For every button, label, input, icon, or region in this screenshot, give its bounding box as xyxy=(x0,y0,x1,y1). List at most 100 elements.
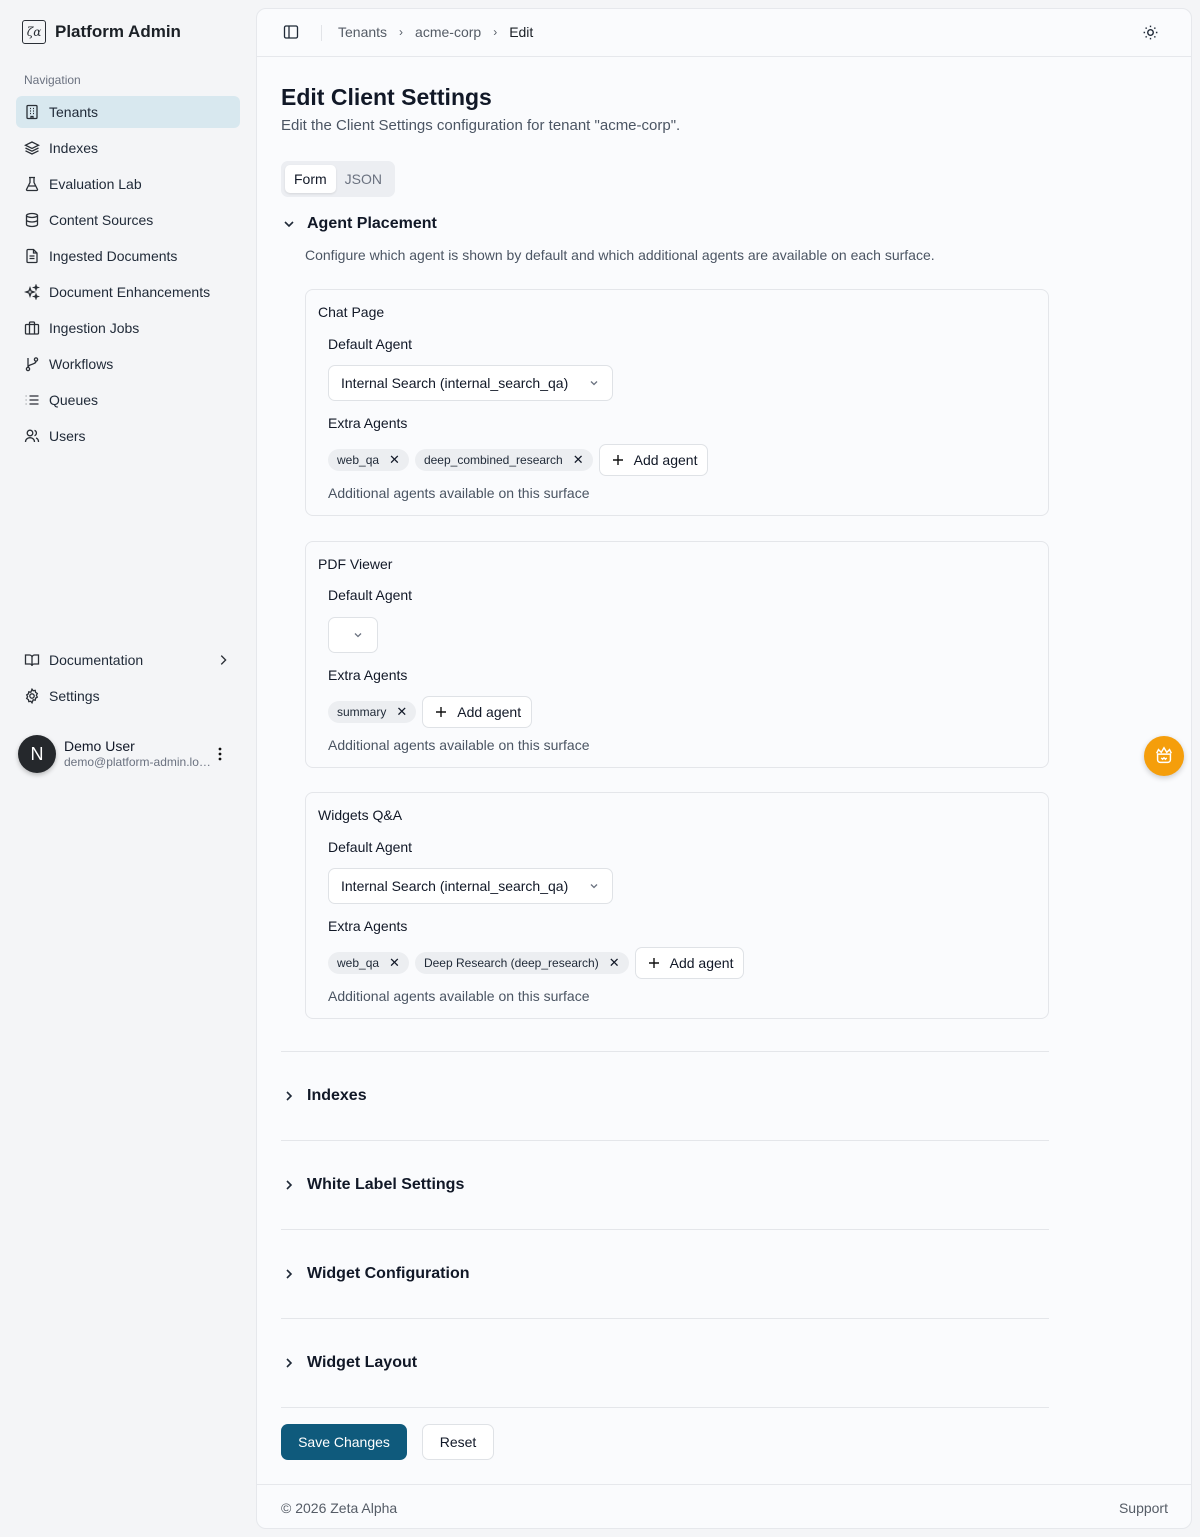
tab-json[interactable]: JSON xyxy=(336,165,391,193)
nav-item-documentation[interactable]: Documentation xyxy=(16,644,240,676)
assistant-fab[interactable] xyxy=(1144,736,1184,776)
chevron-right-icon xyxy=(286,1269,293,1279)
remove-icon[interactable]: ✕ xyxy=(609,955,620,971)
section-indexes[interactable]: Indexes xyxy=(281,1087,367,1105)
extra-agents-list: summary ✕ Add agent xyxy=(328,696,533,728)
default-agent-label: Default Agent xyxy=(328,587,413,603)
section-title: Agent Placement xyxy=(307,215,437,232)
remove-icon[interactable]: ✕ xyxy=(389,955,400,971)
user-profile[interactable]: N Demo User demo@platform-admin.local xyxy=(18,734,240,774)
nav-item-settings[interactable]: Settings xyxy=(16,680,240,712)
reset-button[interactable]: Reset xyxy=(422,1424,494,1460)
surface-title: Widgets Q&A xyxy=(318,807,403,823)
remove-icon[interactable]: ✕ xyxy=(389,452,400,468)
nav-label: Ingested Documents xyxy=(49,248,178,264)
chip-label: web_qa xyxy=(337,453,380,467)
nav-label: Tenants xyxy=(49,104,99,120)
sun-icon[interactable] xyxy=(1142,24,1159,41)
button-label: Add agent xyxy=(633,452,698,468)
nav-item-queues[interactable]: Queues xyxy=(16,384,240,416)
nav-label: Queues xyxy=(49,392,99,408)
page-subtitle: Edit the Client Settings configuration f… xyxy=(281,117,681,134)
chip-label: web_qa xyxy=(337,956,380,970)
main-panel: Tenants › acme-corp › Edit Edit Client S… xyxy=(256,8,1192,1529)
nav-item-tenants[interactable]: Tenants xyxy=(16,96,240,128)
section-widget-layout[interactable]: Widget Layout xyxy=(281,1354,417,1372)
nav-item-ingestion-jobs[interactable]: Ingestion Jobs xyxy=(16,312,240,344)
nav-item-content-sources[interactable]: Content Sources xyxy=(16,204,240,236)
save-changes-button[interactable]: Save Changes xyxy=(281,1424,407,1460)
section-title: White Label Settings xyxy=(307,1176,465,1193)
section-agent-placement[interactable]: Agent Placement xyxy=(281,215,437,233)
chevron-right-icon xyxy=(286,1091,293,1101)
chip-label: Deep Research (deep_research) xyxy=(423,956,599,970)
add-agent-button[interactable]: Add agent xyxy=(634,947,745,979)
section-widget-configuration[interactable]: Widget Configuration xyxy=(281,1265,470,1283)
topbar: Tenants › acme-corp › Edit xyxy=(257,9,1191,57)
chevron-right-icon xyxy=(286,1180,293,1190)
divider xyxy=(321,25,322,41)
section-description: Configure which agent is shown by defaul… xyxy=(305,247,935,263)
remove-icon[interactable]: ✕ xyxy=(396,704,407,720)
brand-logo-icon: ζα xyxy=(22,20,46,44)
nav-item-ingested-documents[interactable]: Ingested Documents xyxy=(16,240,240,272)
layers-icon xyxy=(24,141,40,155)
divider xyxy=(281,1407,1049,1408)
extra-agents-hint: Additional agents available on this surf… xyxy=(328,988,590,1004)
copyright: © 2026 Zeta Alpha xyxy=(281,1500,398,1516)
chevron-right-icon: › xyxy=(493,25,498,39)
add-agent-button[interactable]: Add agent xyxy=(598,444,709,476)
nav-item-evaluation-lab[interactable]: Evaluation Lab xyxy=(16,168,240,200)
brand[interactable]: ζα Platform Admin xyxy=(22,20,181,44)
app-name: Platform Admin xyxy=(55,22,181,41)
page-title: Edit Client Settings xyxy=(281,84,492,110)
nav-label: Documentation xyxy=(49,652,144,668)
nav-label: Indexes xyxy=(49,140,99,156)
user-name: Demo User xyxy=(64,738,135,754)
sidebar-toggle-icon[interactable] xyxy=(283,24,299,40)
section-title: Widget Configuration xyxy=(307,1265,470,1282)
default-agent-select[interactable] xyxy=(328,617,378,653)
nav-item-workflows[interactable]: Workflows xyxy=(16,348,240,380)
more-vertical-icon[interactable] xyxy=(212,744,228,764)
users-icon xyxy=(24,429,40,443)
nav-item-document-enhancements[interactable]: Document Enhancements xyxy=(16,276,240,308)
building-icon xyxy=(26,104,38,120)
tab-form[interactable]: Form xyxy=(285,165,336,193)
nav-item-users[interactable]: Users xyxy=(16,420,240,452)
divider xyxy=(281,1318,1049,1319)
file-text-icon xyxy=(26,248,38,264)
nav-item-indexes[interactable]: Indexes xyxy=(16,132,240,164)
breadcrumb: Tenants › acme-corp › Edit xyxy=(338,24,533,40)
extra-agents-hint: Additional agents available on this surf… xyxy=(328,737,590,753)
nav-label: Settings xyxy=(49,688,100,704)
briefcase-icon xyxy=(24,321,40,335)
breadcrumb-tenant[interactable]: acme-corp xyxy=(415,24,481,40)
gear-icon xyxy=(25,688,39,704)
add-agent-button[interactable]: Add agent xyxy=(422,696,533,728)
surface-title: PDF Viewer xyxy=(318,556,393,572)
nav-label: Workflows xyxy=(49,356,114,372)
remove-icon[interactable]: ✕ xyxy=(573,452,584,468)
section-white-label-settings[interactable]: White Label Settings xyxy=(281,1176,464,1194)
select-value: Internal Search (internal_search_qa) xyxy=(341,375,569,391)
support-link[interactable]: Support xyxy=(1119,1500,1168,1516)
default-agent-select[interactable]: Internal Search (internal_search_qa) xyxy=(328,868,613,904)
divider xyxy=(281,1051,1049,1052)
button-label: Add agent xyxy=(457,704,522,720)
flask-icon xyxy=(25,176,39,192)
view-tabs: Form JSON xyxy=(281,161,395,197)
divider xyxy=(281,1229,1049,1230)
plus-icon xyxy=(648,958,659,968)
extra-agents-label: Extra Agents xyxy=(328,415,408,431)
main-nav: Tenants Indexes Evaluation Lab Content S… xyxy=(16,96,240,456)
default-agent-select[interactable]: Internal Search (internal_search_qa) xyxy=(328,365,613,401)
surface-card-pdf-viewer: PDF Viewer Default Agent Extra Agents su… xyxy=(305,541,1049,768)
breadcrumb-tenants[interactable]: Tenants xyxy=(338,24,387,40)
default-agent-label: Default Agent xyxy=(328,839,413,855)
agent-chip: web_qa ✕ xyxy=(328,952,409,974)
git-branch-icon xyxy=(25,357,39,372)
nav-label: Document Enhancements xyxy=(49,284,211,300)
extra-agents-label: Extra Agents xyxy=(328,918,408,934)
extra-agents-hint: Additional agents available on this surf… xyxy=(328,485,590,501)
